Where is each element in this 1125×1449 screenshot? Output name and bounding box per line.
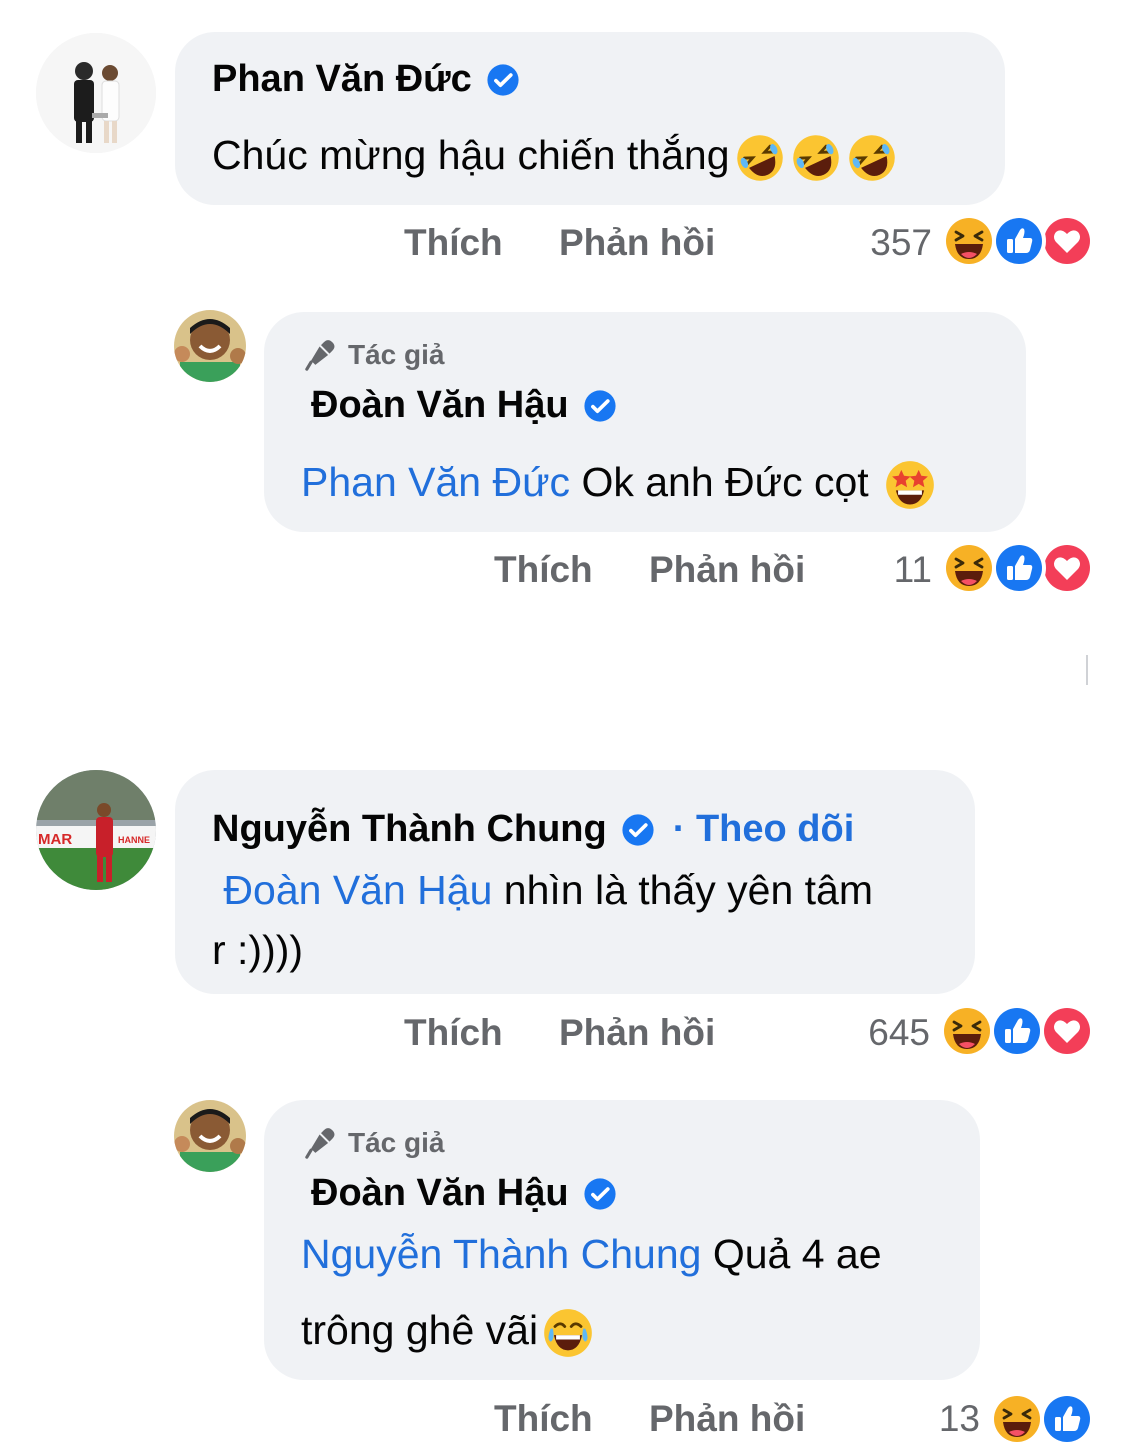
scrollbar[interactable]	[1086, 655, 1088, 685]
comment-text-body: Chúc mừng hậu chiến thắng	[212, 132, 730, 178]
like-button[interactable]: Thích	[494, 549, 593, 591]
avatar-doan-van-hau[interactable]	[174, 310, 246, 382]
love-reaction-icon[interactable]	[1040, 1004, 1094, 1058]
like-button[interactable]: Thích	[494, 1398, 593, 1440]
avatar-image: MAR HANNE	[36, 770, 156, 890]
comment-text-body: Ok anh Đức cọt	[570, 459, 881, 505]
reply-bubble: Tác giả Đoàn Văn Hậu Nguyễn Thành Chung …	[264, 1100, 980, 1380]
author-name[interactable]: Đoàn Văn Hậu	[311, 384, 569, 427]
comment-bubble: Phan Văn Đức Chúc mừng hậu chiến thắng	[175, 32, 1005, 205]
author-tag-label: Tác giả	[348, 1127, 445, 1158]
haha-reaction-icon[interactable]	[990, 1392, 1044, 1446]
svg-text:HANNE: HANNE	[118, 835, 150, 845]
comment-text-line-2: trông ghê vãi	[301, 1300, 594, 1360]
love-reaction-icon[interactable]	[1040, 214, 1094, 268]
reply-button[interactable]: Phản hồi	[649, 1398, 805, 1440]
mention-link[interactable]: Nguyễn Thành Chung	[301, 1231, 701, 1277]
author-name[interactable]: Phan Văn Đức	[212, 58, 472, 101]
author-tag: Tác giả	[304, 338, 444, 372]
microphone-icon	[304, 1126, 338, 1160]
verified-badge-icon	[621, 813, 655, 847]
comment-text-line-2: r :))))	[212, 927, 304, 973]
verified-badge-icon	[583, 389, 617, 423]
comment-author[interactable]: Phan Văn Đức	[212, 58, 520, 101]
avatar-doan-van-hau[interactable]	[174, 1100, 246, 1172]
verified-badge-icon	[583, 1177, 617, 1211]
author-name[interactable]: Đoàn Văn Hậu	[311, 1172, 569, 1215]
like-reaction-icon[interactable]	[992, 541, 1046, 595]
verified-badge-icon	[486, 63, 520, 97]
comment-author[interactable]: Đoàn Văn Hậu	[311, 384, 617, 427]
comment-text-body: Quả 4 ae	[701, 1231, 882, 1277]
comment-text-body: trông ghê vãi	[301, 1307, 539, 1353]
comment-text: Phan Văn Đức Ok anh Đức cọt	[301, 452, 936, 512]
reaction-count[interactable]: 11	[860, 549, 932, 591]
avatar-image	[174, 310, 246, 382]
comment-text-body: nhìn là thấy yên tâm	[492, 867, 873, 913]
avatar-image	[174, 1100, 246, 1172]
comment-text: Chúc mừng hậu chiến thắng	[212, 125, 898, 185]
like-button[interactable]: Thích	[404, 1012, 503, 1054]
mention-link[interactable]: Phan Văn Đức	[301, 459, 570, 505]
follow-button[interactable]: · Theo dõi	[673, 808, 855, 851]
like-reaction-icon[interactable]	[992, 214, 1046, 268]
mention-link[interactable]: Đoàn Văn Hậu	[212, 867, 492, 913]
microphone-icon	[304, 338, 338, 372]
star-struck-emoji-icon	[884, 459, 936, 511]
comment-text-line-1: Nguyễn Thành Chung Quả 4 ae	[301, 1224, 882, 1284]
love-reaction-icon[interactable]	[1040, 541, 1094, 595]
reply-bubble: Tác giả Đoàn Văn Hậu Phan Văn Đức Ok anh…	[264, 312, 1026, 532]
comment-author[interactable]: Đoàn Văn Hậu	[311, 1172, 617, 1215]
like-button[interactable]: Thích	[404, 222, 503, 264]
reaction-count[interactable]: 357	[840, 222, 932, 264]
haha-reaction-icon[interactable]	[940, 1004, 994, 1058]
author-name[interactable]: Nguyễn Thành Chung	[212, 808, 607, 851]
reaction-count[interactable]: 13	[900, 1398, 980, 1440]
svg-text:MAR: MAR	[38, 831, 72, 848]
avatar-image	[36, 33, 156, 153]
reply-button[interactable]: Phản hồi	[649, 549, 805, 591]
reaction-count[interactable]: 645	[830, 1012, 930, 1054]
like-reaction-icon[interactable]	[1040, 1392, 1094, 1446]
haha-reaction-icon[interactable]	[942, 214, 996, 268]
haha-reaction-icon[interactable]	[942, 541, 996, 595]
author-tag-label: Tác giả	[348, 339, 445, 370]
comment-author[interactable]: Nguyễn Thành Chung · Theo dõi	[212, 808, 854, 851]
rofl-emoji-icon	[734, 132, 786, 184]
author-tag: Tác giả	[304, 1126, 444, 1160]
avatar-phan-van-duc[interactable]	[36, 33, 156, 153]
comment-bubble: Nguyễn Thành Chung · Theo dõi Đoàn Văn H…	[175, 770, 975, 994]
rofl-emoji-icon	[790, 132, 842, 184]
avatar-nguyen-thanh-chung[interactable]: MAR HANNE	[36, 770, 156, 890]
joy-emoji-icon	[542, 1307, 594, 1359]
reply-button[interactable]: Phản hồi	[559, 222, 715, 264]
mention-name[interactable]: Đoàn Văn Hậu	[223, 867, 492, 913]
rofl-emoji-icon	[846, 132, 898, 184]
comment-text-line-1: Đoàn Văn Hậu nhìn là thấy yên tâm	[212, 860, 873, 920]
reply-button[interactable]: Phản hồi	[559, 1012, 715, 1054]
like-reaction-icon[interactable]	[990, 1004, 1044, 1058]
